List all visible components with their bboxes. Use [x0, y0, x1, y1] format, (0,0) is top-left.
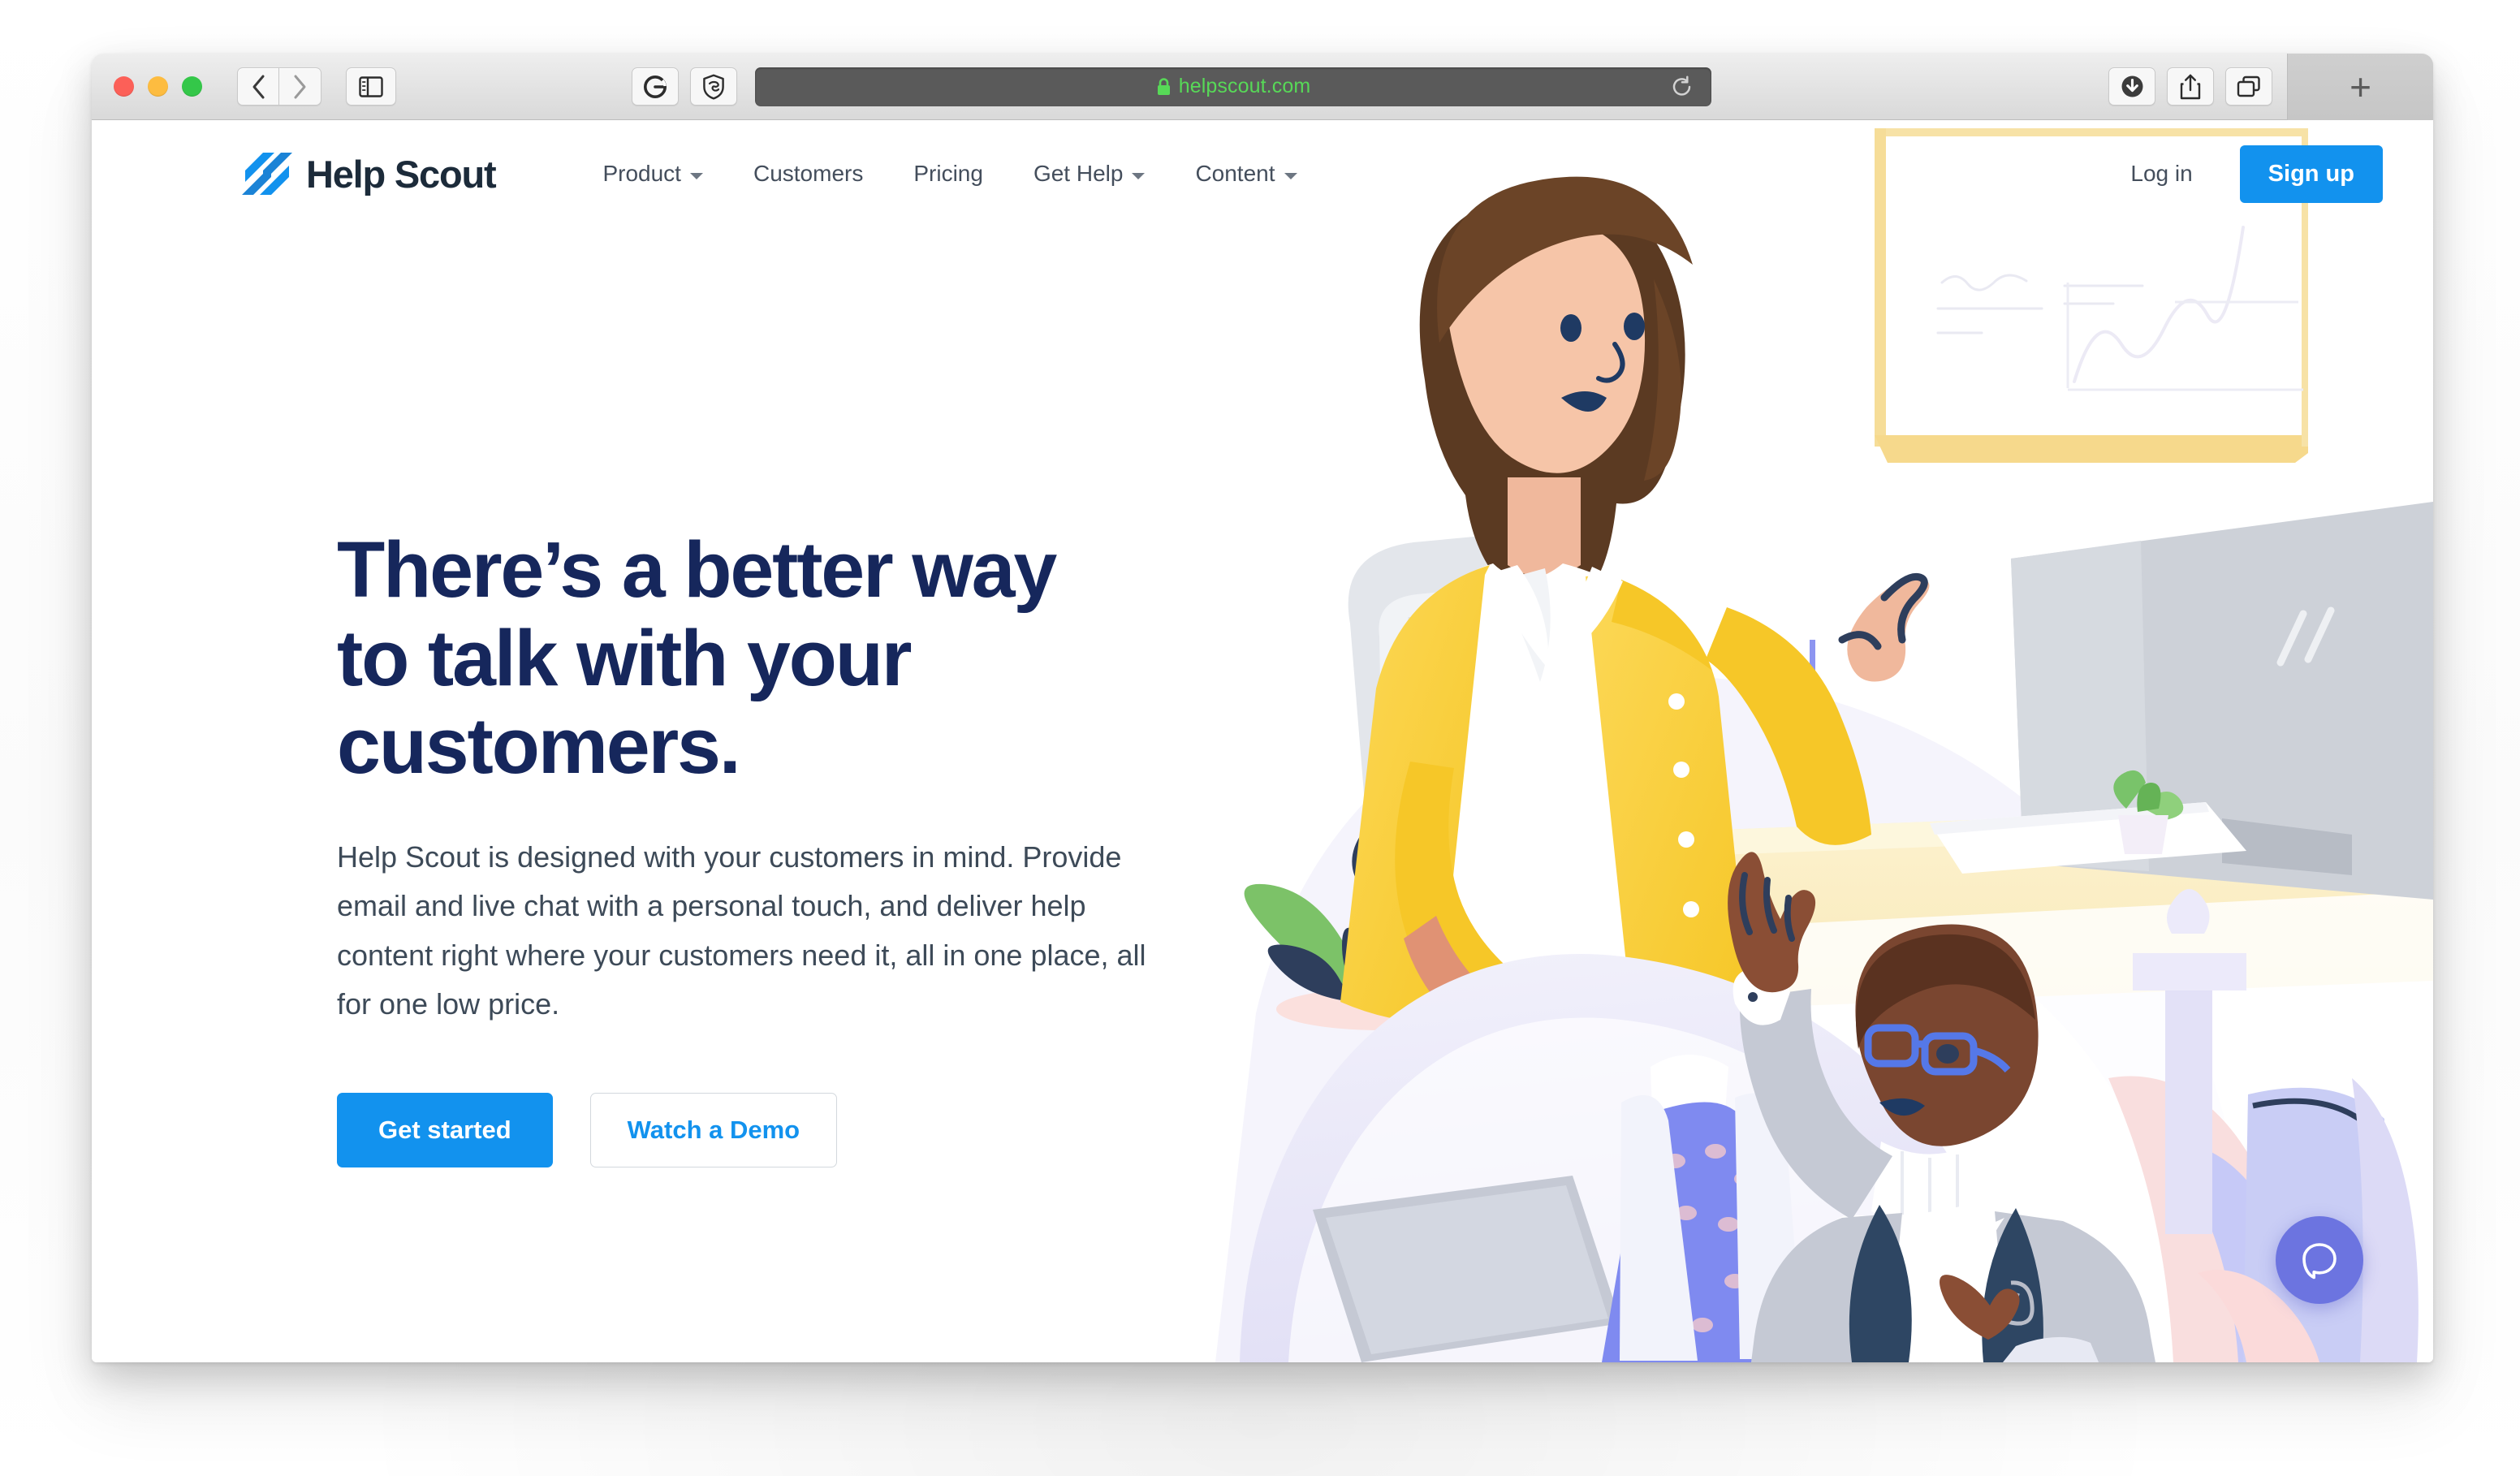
back-button[interactable] — [237, 67, 279, 106]
hero-illustration-svg — [1215, 128, 2433, 1362]
nav-item-content-label: Content — [1195, 161, 1275, 186]
hero-subtitle: Help Scout is designed with your custome… — [337, 839, 1146, 1021]
login-link[interactable]: Log in — [2114, 151, 2208, 196]
nav-item-pricing-label: Pricing — [913, 161, 983, 186]
new-tab-button[interactable]: + — [2287, 54, 2433, 120]
chevron-down-icon — [689, 172, 703, 179]
chevron-down-icon — [1132, 172, 1146, 179]
hero-title-line-1: There’s a better way — [337, 525, 1057, 614]
grammarly-glyph — [644, 75, 667, 98]
hero-title-line-2: to talk with your — [337, 613, 913, 702]
nav-item-get-help-label: Get Help — [1033, 161, 1124, 186]
chevron-down-icon — [1284, 172, 1297, 179]
desk-plant — [2113, 770, 2184, 854]
forward-button[interactable] — [279, 67, 321, 106]
hero-section: There’s a better way to talk with your c… — [337, 525, 1246, 1167]
tab-overview-icon[interactable] — [2225, 67, 2272, 106]
extension-buttons — [620, 67, 737, 106]
watch-demo-button[interactable]: Watch a Demo — [589, 1092, 838, 1167]
nav-item-product-label: Product — [602, 161, 681, 186]
nav-item-content[interactable]: Content — [1170, 151, 1322, 196]
main-navigation: Product Customers Pricing Get Help Conte… — [577, 151, 1322, 196]
shelf-column — [2133, 889, 2246, 1234]
nav-item-product[interactable]: Product — [577, 151, 728, 196]
woman-figure — [1340, 176, 1930, 1124]
screenshot-stage: helpscout.com + Help Scout Product Custo… — [0, 0, 2520, 1476]
address-bar[interactable]: helpscout.com — [755, 67, 1711, 106]
brand-name: Help Scout — [306, 152, 497, 196]
desk-monitor — [2011, 502, 2433, 900]
navigation-buttons — [237, 67, 321, 106]
site-header: Help Scout Product Customers Pricing Get… — [92, 120, 2433, 227]
shield-glyph — [703, 74, 724, 99]
address-bar-url: helpscout.com — [1178, 75, 1311, 97]
chat-bubble-icon — [2302, 1243, 2337, 1280]
hero-illustration — [1167, 120, 2433, 1362]
get-started-button[interactable]: Get started — [337, 1092, 553, 1167]
toolbar-right-buttons: + — [2097, 54, 2433, 120]
chat-widget-button[interactable] — [2276, 1216, 2363, 1304]
nav-item-pricing[interactable]: Pricing — [888, 151, 1008, 196]
new-tab-label: + — [2350, 65, 2371, 108]
webpage-viewport: Help Scout Product Customers Pricing Get… — [92, 120, 2433, 1362]
share-icon[interactable] — [2167, 67, 2214, 106]
download-glyph — [2121, 76, 2142, 97]
sidebar-icon — [359, 76, 383, 97]
hero-cta-group: Get started Watch a Demo — [337, 1092, 1246, 1167]
signup-button[interactable]: Sign up — [2239, 145, 2383, 203]
toggle-sidebar-button[interactable] — [346, 67, 396, 106]
browser-window: helpscout.com + Help Scout Product Custo… — [92, 54, 2433, 1362]
hero-title-line-3: customers. — [337, 701, 741, 791]
nav-item-customers-label: Customers — [753, 161, 864, 186]
nav-item-get-help[interactable]: Get Help — [1008, 151, 1171, 196]
office-chair — [1348, 530, 1596, 1029]
floor-plant — [1244, 770, 1487, 1030]
address-bar-content: helpscout.com — [1156, 75, 1311, 98]
pendant-lamp — [1735, 640, 1889, 917]
window-controls — [114, 76, 202, 97]
share-glyph — [2180, 74, 2201, 99]
header-actions: Log in Sign up — [2114, 145, 2383, 203]
man-figure — [1313, 852, 2155, 1362]
nav-item-customers[interactable]: Customers — [728, 151, 888, 196]
helpscout-logo-icon — [242, 153, 292, 195]
maximize-window-button[interactable] — [182, 76, 202, 97]
brand-logo[interactable]: Help Scout — [242, 152, 497, 196]
reload-icon[interactable] — [1671, 76, 1694, 98]
tabs-glyph — [2237, 76, 2260, 97]
minimize-window-button[interactable] — [148, 76, 168, 97]
chevron-left-icon — [252, 75, 265, 98]
page-title: There’s a better way to talk with your c… — [337, 525, 1246, 791]
lock-icon — [1157, 77, 1170, 95]
grammarly-icon[interactable] — [632, 67, 679, 106]
downloads-icon[interactable] — [2108, 67, 2155, 106]
close-window-button[interactable] — [114, 76, 134, 97]
shield-icon[interactable] — [690, 67, 737, 106]
browser-toolbar: helpscout.com + — [92, 54, 2433, 120]
chevron-right-icon — [294, 75, 305, 98]
